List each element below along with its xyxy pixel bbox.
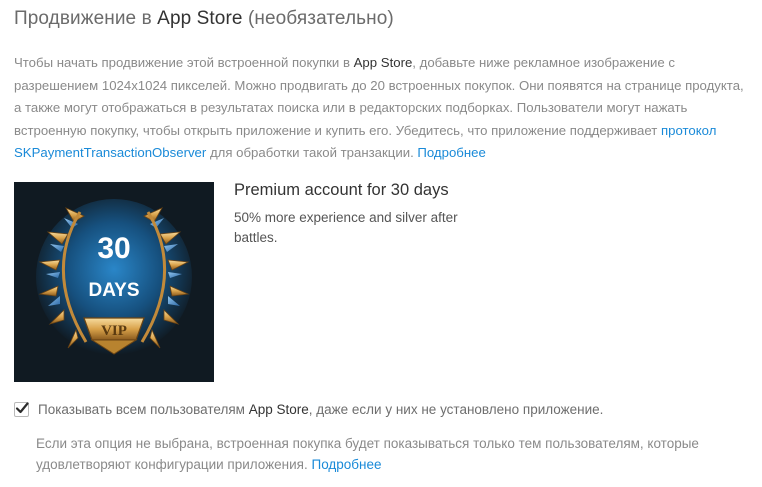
description-part3: для обработки такой транзакции. <box>206 145 418 160</box>
product-info: Premium account for 30 days 50% more exp… <box>234 178 474 248</box>
promo-image-badge: VIP <box>101 323 127 339</box>
promo-image[interactable]: 30 DAYS VIP <box>14 182 214 382</box>
helper-more-link[interactable]: Подробнее <box>312 457 382 472</box>
description-app-store: App Store <box>353 55 413 70</box>
promo-image-number: 30 <box>97 232 130 265</box>
checkbox-label-app-store: App Store <box>248 402 309 417</box>
show-all-users-label[interactable]: Показывать всем пользователям App Store,… <box>38 402 603 417</box>
description-part1: Чтобы начать продвижение этой встроенной… <box>14 55 354 70</box>
helper-text: Если эта опция не выбрана, встроенная по… <box>36 433 736 475</box>
checkbox-label-suffix: , даже если у них не установлено приложе… <box>308 402 604 417</box>
section-title-app-store: App Store <box>157 8 243 29</box>
show-all-users-checkbox[interactable] <box>14 402 29 417</box>
section-title: Продвижение в App Store (необязательно) <box>14 8 394 30</box>
premium-badge-icon: 30 DAYS VIP <box>14 182 214 382</box>
checkbox-label-prefix: Показывать всем пользователям <box>38 402 249 417</box>
checkmark-icon <box>15 402 29 414</box>
promotion-description: Чтобы начать продвижение этой встроенной… <box>14 52 746 165</box>
product-description: 50% more experience and silver after bat… <box>234 210 458 245</box>
product-title: Premium account for 30 days <box>234 181 449 199</box>
promo-image-days: DAYS <box>88 280 139 301</box>
section-title-prefix: Продвижение в <box>14 8 158 29</box>
description-more-link[interactable]: Подробнее <box>417 145 485 160</box>
show-all-users-option[interactable]: Показывать всем пользователям App Store,… <box>14 402 603 417</box>
section-title-suffix: (необязательно) <box>242 8 394 29</box>
